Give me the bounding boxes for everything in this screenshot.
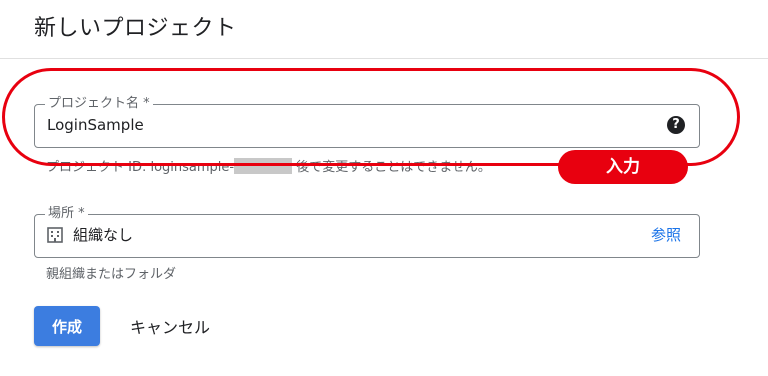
building-icon [47, 227, 63, 243]
browse-link[interactable]: 参照 [651, 225, 681, 245]
location-value: 組織なし [73, 226, 134, 244]
annotation-tag: 入力 [558, 150, 688, 184]
location-hint: 親組織またはフォルダ [46, 267, 177, 282]
cancel-button[interactable]: キャンセル [118, 306, 222, 346]
location-field[interactable]: 場所 * 組織なし 参照 [34, 205, 700, 258]
title-divider [0, 58, 768, 59]
location-label: 場所 * [45, 205, 88, 223]
page-title: 新しいプロジェクト [34, 16, 237, 41]
create-button[interactable]: 作成 [34, 306, 100, 346]
